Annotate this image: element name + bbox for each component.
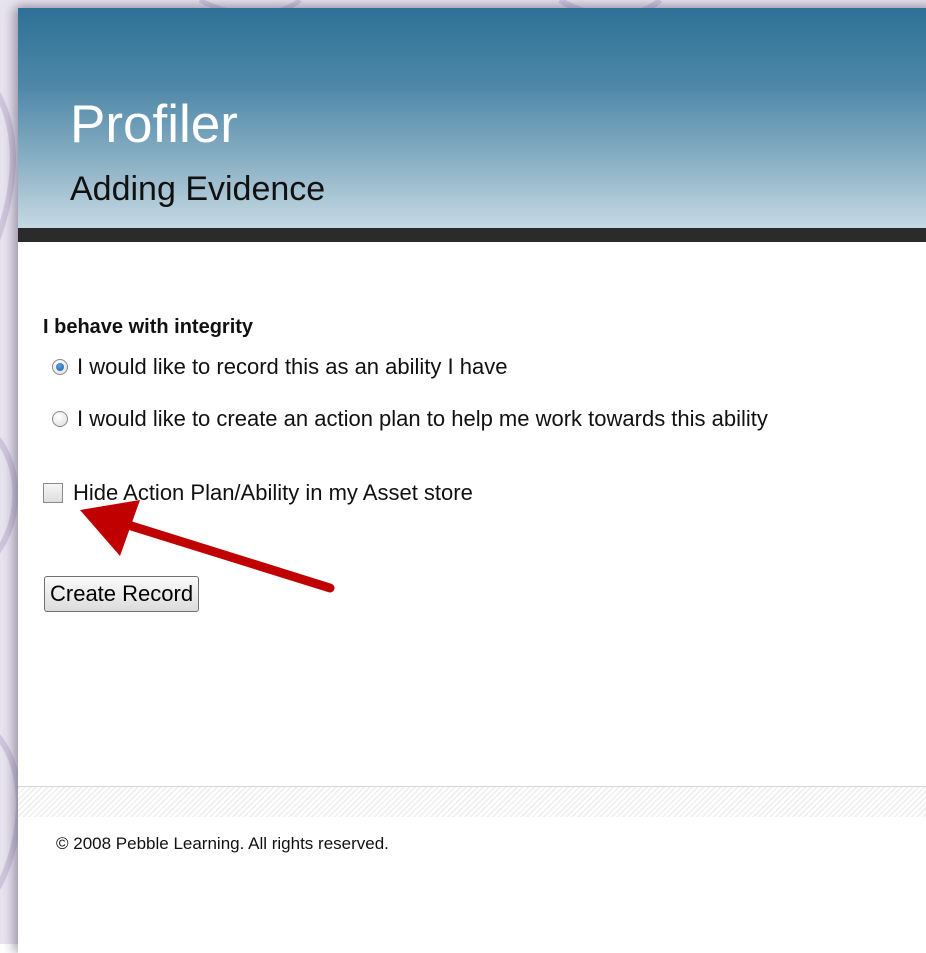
red-arrow-icon — [80, 500, 335, 593]
